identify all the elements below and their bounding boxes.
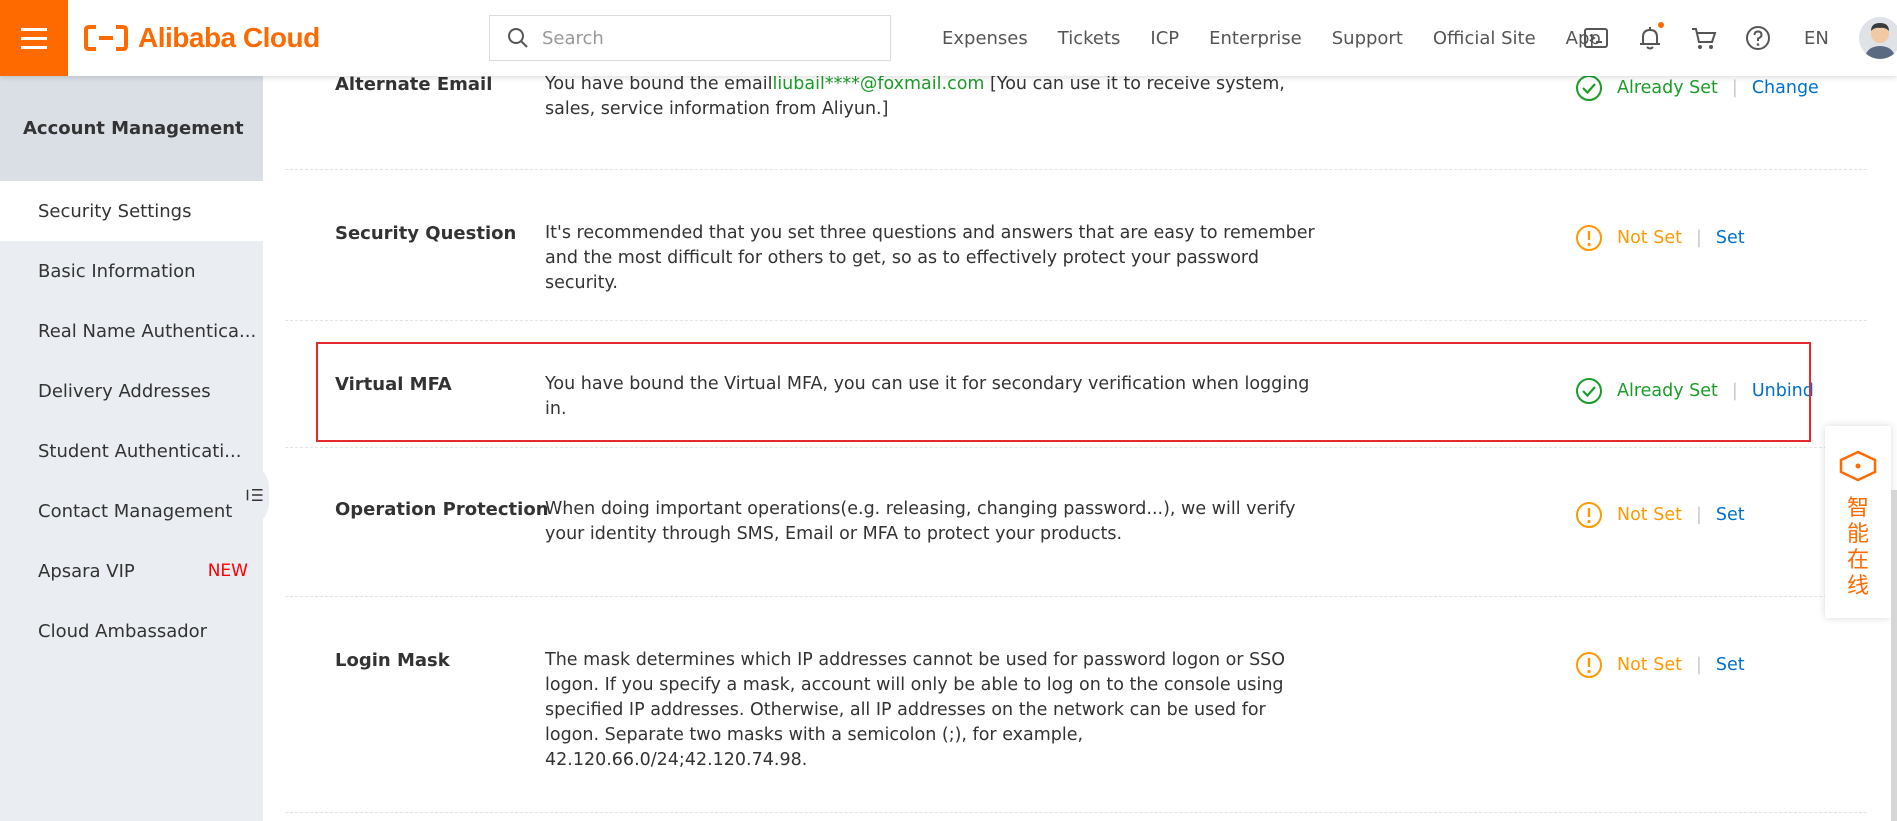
set-link[interactable]: Set xyxy=(1716,655,1745,675)
setting-description: When doing important operations(e.g. rel… xyxy=(545,499,1296,544)
status-text: Not Set xyxy=(1617,228,1682,248)
sidebar-item-student-authentication[interactable]: Student Authenticati... xyxy=(0,421,263,481)
sidebar-item-real-name-authentication[interactable]: Real Name Authentica... xyxy=(0,301,263,361)
top-icons: EN xyxy=(1582,0,1897,76)
sidebar: Account Management Security Settings Bas… xyxy=(0,76,263,821)
sidebar-item-apsara-vip[interactable]: Apsara VIP NEW xyxy=(0,541,263,601)
top-nav: Expenses Tickets ICP Enterprise Support … xyxy=(942,0,1631,76)
bell-icon[interactable] xyxy=(1636,22,1664,52)
help-icon[interactable] xyxy=(1744,24,1772,52)
separator: | xyxy=(1695,228,1702,248)
nav-official-site[interactable]: Official Site xyxy=(1433,28,1536,49)
bound-email: liubail****@foxmail.com xyxy=(772,74,985,94)
nav-expenses[interactable]: Expenses xyxy=(942,28,1028,49)
sidebar-item-label: Contact Management xyxy=(38,500,233,522)
status-text: Not Set xyxy=(1617,505,1682,525)
sidebar-item-label: Apsara VIP xyxy=(38,560,135,582)
nav-icp[interactable]: ICP xyxy=(1150,28,1179,49)
separator: | xyxy=(1731,78,1738,98)
sidebar-item-label: Cloud Ambassador xyxy=(38,620,208,642)
setting-row-login-mask: Login Mask The mask determines which IP … xyxy=(285,598,1867,813)
search-icon xyxy=(508,28,528,48)
terminal-icon[interactable] xyxy=(1582,24,1610,52)
alibaba-cloud-logo-icon xyxy=(84,25,128,51)
setting-title: Alternate Email xyxy=(335,74,493,95)
setting-row-security-question: Security Question It's recommended that … xyxy=(285,171,1867,321)
sidebar-item-contact-management[interactable]: Contact Management xyxy=(0,481,263,541)
logo[interactable]: Alibaba Cloud xyxy=(84,0,320,76)
status-text: Already Set xyxy=(1617,78,1718,98)
sidebar-item-label: Security Settings xyxy=(38,200,192,222)
sidebar-item-delivery-addresses[interactable]: Delivery Addresses xyxy=(0,361,263,421)
search-box[interactable] xyxy=(489,15,891,61)
notification-dot xyxy=(1658,22,1664,28)
sidebar-item-label: Real Name Authentica... xyxy=(38,320,257,342)
nav-enterprise[interactable]: Enterprise xyxy=(1209,28,1302,49)
menu-icon[interactable] xyxy=(0,0,68,76)
top-bar: Alibaba Cloud Expenses Tickets ICP Enter… xyxy=(0,0,1897,76)
separator: | xyxy=(1695,655,1702,675)
search-input[interactable] xyxy=(542,27,872,49)
warning-circle-icon xyxy=(1576,225,1602,251)
warning-circle-icon xyxy=(1576,652,1602,678)
check-circle-icon xyxy=(1576,75,1602,101)
nav-tickets[interactable]: Tickets xyxy=(1058,28,1121,49)
sidebar-title: Account Management xyxy=(0,76,263,181)
collapse-icon xyxy=(246,489,263,501)
status-text: Not Set xyxy=(1617,655,1682,675)
cart-icon[interactable] xyxy=(1690,24,1718,52)
logo-text: Alibaba Cloud xyxy=(138,22,320,53)
scrollbar[interactable] xyxy=(1891,490,1897,821)
change-link[interactable]: Change xyxy=(1752,78,1819,98)
sidebar-item-cloud-ambassador[interactable]: Cloud Ambassador xyxy=(0,601,263,661)
warning-circle-icon xyxy=(1576,502,1602,528)
setting-status: Already Set | Change xyxy=(1575,74,1819,102)
assistant-label: 智能在线 xyxy=(1846,496,1869,599)
sidebar-item-basic-information[interactable]: Basic Information xyxy=(0,241,263,301)
sidebar-item-label: Delivery Addresses xyxy=(38,380,211,402)
setting-description: You have bound the emailliubail****@foxm… xyxy=(545,72,1325,122)
sidebar-item-label: Student Authenticati... xyxy=(38,440,242,462)
setting-title: Security Question xyxy=(335,223,517,244)
setting-status: Not Set | Set xyxy=(1575,224,1745,252)
set-link[interactable]: Set xyxy=(1716,228,1745,248)
nav-support[interactable]: Support xyxy=(1332,28,1403,49)
highlight-box xyxy=(316,342,1811,442)
setting-title: Operation Protection xyxy=(335,499,549,520)
sidebar-collapse-button[interactable] xyxy=(245,463,269,527)
set-link[interactable]: Set xyxy=(1716,505,1745,525)
setting-description: It's recommended that you set three ques… xyxy=(545,223,1315,293)
assistant-icon xyxy=(1839,450,1877,482)
setting-row-operation-protection: Operation Protection When doing importan… xyxy=(285,449,1867,597)
description-text: You have bound the email xyxy=(545,74,773,94)
sidebar-item-label: Basic Information xyxy=(38,260,196,282)
setting-status: Not Set | Set xyxy=(1575,651,1745,679)
online-assistant-button[interactable]: 智能在线 xyxy=(1825,426,1891,618)
separator: | xyxy=(1695,505,1702,525)
setting-status: Not Set | Set xyxy=(1575,501,1745,529)
avatar[interactable] xyxy=(1858,17,1897,59)
setting-title: Login Mask xyxy=(335,650,450,671)
sidebar-item-security-settings[interactable]: Security Settings xyxy=(0,181,263,241)
new-badge: NEW xyxy=(207,561,248,581)
setting-description: The mask determines which IP addresses c… xyxy=(545,650,1286,770)
setting-row-alternate-email: Alternate Email You have bound the email… xyxy=(285,60,1867,170)
language-switch[interactable]: EN xyxy=(1804,28,1829,49)
